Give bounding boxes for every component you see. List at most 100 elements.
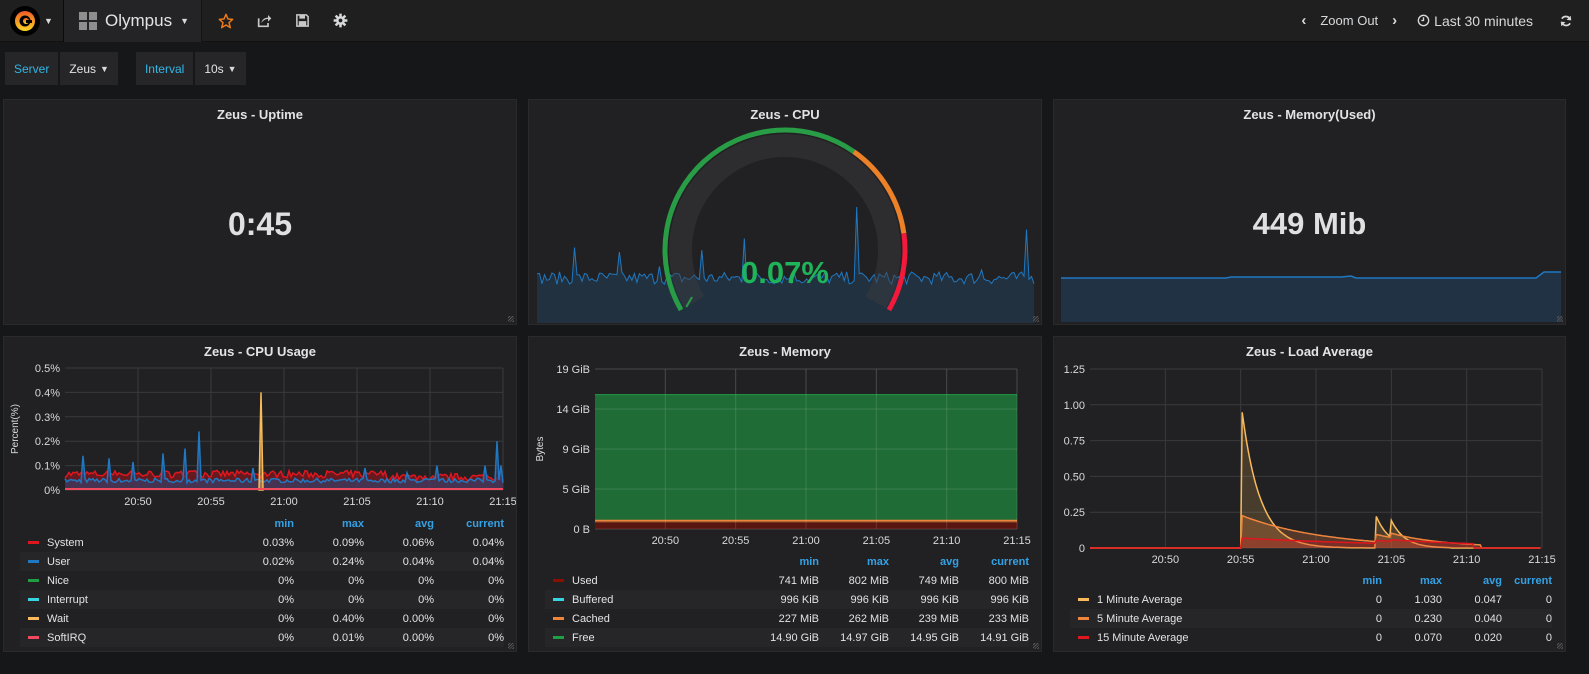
series-color-swatch[interactable] bbox=[1078, 636, 1089, 639]
x-tick-label: 20:55 bbox=[1227, 554, 1255, 566]
legend-series: 15 Minute Average bbox=[1070, 632, 1322, 644]
legend-series: Buffered bbox=[545, 594, 749, 606]
legend-row[interactable]: User 0.02% 0.24% 0.04% 0.04% bbox=[20, 552, 504, 571]
legend-value-min: 0% bbox=[278, 631, 294, 644]
series-name[interactable]: Buffered bbox=[572, 594, 613, 606]
legend-row[interactable]: Buffered 996 KiB 996 KiB 996 KiB 996 KiB bbox=[545, 590, 1029, 609]
series-name[interactable]: 1 Minute Average bbox=[1097, 594, 1182, 606]
legend-row[interactable]: 15 Minute Average 0 0.070 0.020 0 bbox=[1070, 628, 1552, 647]
legend-column-avg[interactable]: avg bbox=[889, 556, 959, 568]
load-average-chart: 0 0.25 0.50 0.75 1.00 1.25 20:50 20:55 21:00 21:0… bbox=[1064, 364, 1556, 566]
memory-chart: 0 B 5 GiB 9 GiB 14 GiB 19 GiB 20:50 20:55 21:00… bbox=[535, 364, 1031, 547]
legend-column-current[interactable]: current bbox=[959, 556, 1029, 568]
legend-row[interactable]: Cached 227 MiB 262 MiB 239 MiB 233 MiB bbox=[545, 609, 1029, 628]
legend-value-max: 0.24% bbox=[332, 555, 364, 568]
legend-value-current: 0 bbox=[1545, 612, 1552, 625]
series-color-swatch[interactable] bbox=[1078, 598, 1089, 601]
legend-column-max[interactable]: max bbox=[1382, 575, 1442, 587]
legend-column-max[interactable]: max bbox=[294, 518, 364, 530]
resize-handle[interactable] bbox=[1033, 316, 1039, 322]
resize-handle[interactable] bbox=[508, 316, 514, 322]
legend-column-min[interactable]: min bbox=[749, 556, 819, 568]
legend-value-avg: 0.040 bbox=[1474, 612, 1502, 625]
series-name[interactable]: SoftIRQ bbox=[47, 632, 86, 644]
refresh-button[interactable] bbox=[1559, 14, 1573, 28]
sparkline-line bbox=[1061, 271, 1561, 279]
series-name[interactable]: Cached bbox=[572, 613, 610, 625]
legend-row[interactable]: Interrupt 0% 0% 0% 0% bbox=[20, 590, 504, 609]
legend-column-current[interactable]: current bbox=[434, 518, 504, 530]
chevron-left-icon[interactable]: ‹ bbox=[1297, 12, 1310, 29]
resize-handle[interactable] bbox=[1557, 316, 1563, 322]
legend-column-avg[interactable]: avg bbox=[364, 518, 434, 530]
legend-row[interactable]: 1 Minute Average 0 1.030 0.047 0 bbox=[1070, 590, 1552, 609]
legend-row[interactable]: Nice 0% 0% 0% 0% bbox=[20, 571, 504, 590]
series-name[interactable]: Wait bbox=[47, 613, 69, 625]
legend-value-current: 0.04% bbox=[472, 555, 504, 568]
series-color-swatch[interactable] bbox=[553, 617, 564, 620]
resize-handle[interactable] bbox=[1033, 643, 1039, 649]
legend-value-current: 0% bbox=[488, 631, 504, 644]
legend-value-max: 262 MiB bbox=[848, 612, 889, 625]
share-icon[interactable] bbox=[256, 13, 272, 29]
series-color-swatch[interactable] bbox=[553, 636, 564, 639]
x-tick-label: 20:50 bbox=[124, 496, 152, 508]
legend-row[interactable]: Used 741 MiB 802 MiB 749 MiB 800 MiB bbox=[545, 571, 1029, 590]
x-tick-label: 21:15 bbox=[1003, 535, 1031, 547]
gear-icon[interactable] bbox=[332, 13, 348, 29]
legend-column-max[interactable]: max bbox=[819, 556, 889, 568]
series-name[interactable]: Used bbox=[572, 575, 598, 587]
panel-title[interactable]: Zeus - CPU Usage bbox=[4, 344, 516, 359]
server-variable-dropdown[interactable]: Zeus ▼ bbox=[60, 52, 118, 85]
series-name[interactable]: Interrupt bbox=[47, 594, 88, 606]
series-color-swatch[interactable] bbox=[553, 579, 564, 582]
series-name[interactable]: 5 Minute Average bbox=[1097, 613, 1182, 625]
series-color-swatch[interactable] bbox=[28, 636, 39, 639]
legend-column-min[interactable]: min bbox=[1322, 575, 1382, 587]
legend-column-avg[interactable]: avg bbox=[1442, 575, 1502, 587]
series-color-swatch[interactable] bbox=[553, 598, 564, 601]
series-color-swatch[interactable] bbox=[28, 617, 39, 620]
series-line-wait bbox=[258, 392, 264, 491]
star-icon[interactable] bbox=[218, 13, 234, 29]
save-icon[interactable] bbox=[294, 13, 310, 29]
panel-title[interactable]: Zeus - Load Average bbox=[1054, 344, 1565, 359]
y-tick-label: 5 GiB bbox=[562, 484, 590, 496]
legend-value-current: 0.04% bbox=[472, 536, 504, 549]
series-name[interactable]: User bbox=[47, 556, 70, 568]
time-range-picker[interactable]: Last 30 minutes bbox=[1417, 13, 1533, 29]
legend-series: System bbox=[20, 537, 224, 549]
legend-row[interactable]: Free 14.90 GiB 14.97 GiB 14.95 GiB 14.91 GiB bbox=[545, 628, 1029, 647]
series-name[interactable]: 15 Minute Average bbox=[1097, 632, 1189, 644]
series-color-swatch[interactable] bbox=[28, 598, 39, 601]
legend-row[interactable]: 5 Minute Average 0 0.230 0.040 0 bbox=[1070, 609, 1552, 628]
series-line-1m bbox=[1090, 412, 1541, 549]
series-color-swatch[interactable] bbox=[28, 541, 39, 544]
load-average-legend: min max avg current 1 Minute Average 0 1.030 0.… bbox=[1070, 572, 1552, 647]
grafana-logo-icon bbox=[10, 5, 41, 36]
series-color-swatch[interactable] bbox=[28, 579, 39, 582]
y-tick-label: 0.25 bbox=[1064, 507, 1085, 519]
legend-series: Nice bbox=[20, 575, 224, 587]
series-name[interactable]: Free bbox=[572, 632, 595, 644]
grafana-menu-button[interactable]: ▼ bbox=[0, 0, 64, 42]
legend-row[interactable]: System 0.03% 0.09% 0.06% 0.04% bbox=[20, 533, 504, 552]
legend-column-current[interactable]: current bbox=[1502, 575, 1552, 587]
dashboard-picker[interactable]: Olympus ▼ bbox=[64, 0, 202, 42]
series-name[interactable]: System bbox=[47, 537, 84, 549]
panel-title[interactable]: Zeus - Memory bbox=[529, 344, 1041, 359]
zoom-out-button[interactable]: Zoom Out bbox=[1320, 13, 1378, 28]
resize-handle[interactable] bbox=[1557, 643, 1563, 649]
dashboard-title: Olympus bbox=[105, 10, 173, 30]
series-color-swatch[interactable] bbox=[28, 560, 39, 563]
legend-column-min[interactable]: min bbox=[224, 518, 294, 530]
series-name[interactable]: Nice bbox=[47, 575, 69, 587]
memory-legend: min max avg current Used 741 MiB 802 MiB 749 Mi… bbox=[545, 553, 1029, 647]
series-color-swatch[interactable] bbox=[1078, 617, 1089, 620]
resize-handle[interactable] bbox=[508, 643, 514, 649]
panel-title[interactable]: Zeus - Uptime bbox=[4, 107, 516, 122]
legend-row[interactable]: SoftIRQ 0% 0.01% 0.00% 0% bbox=[20, 628, 504, 647]
interval-variable-dropdown[interactable]: 10s ▼ bbox=[195, 52, 246, 85]
chevron-right-icon[interactable]: › bbox=[1388, 12, 1401, 29]
legend-row[interactable]: Wait 0% 0.40% 0.00% 0% bbox=[20, 609, 504, 628]
